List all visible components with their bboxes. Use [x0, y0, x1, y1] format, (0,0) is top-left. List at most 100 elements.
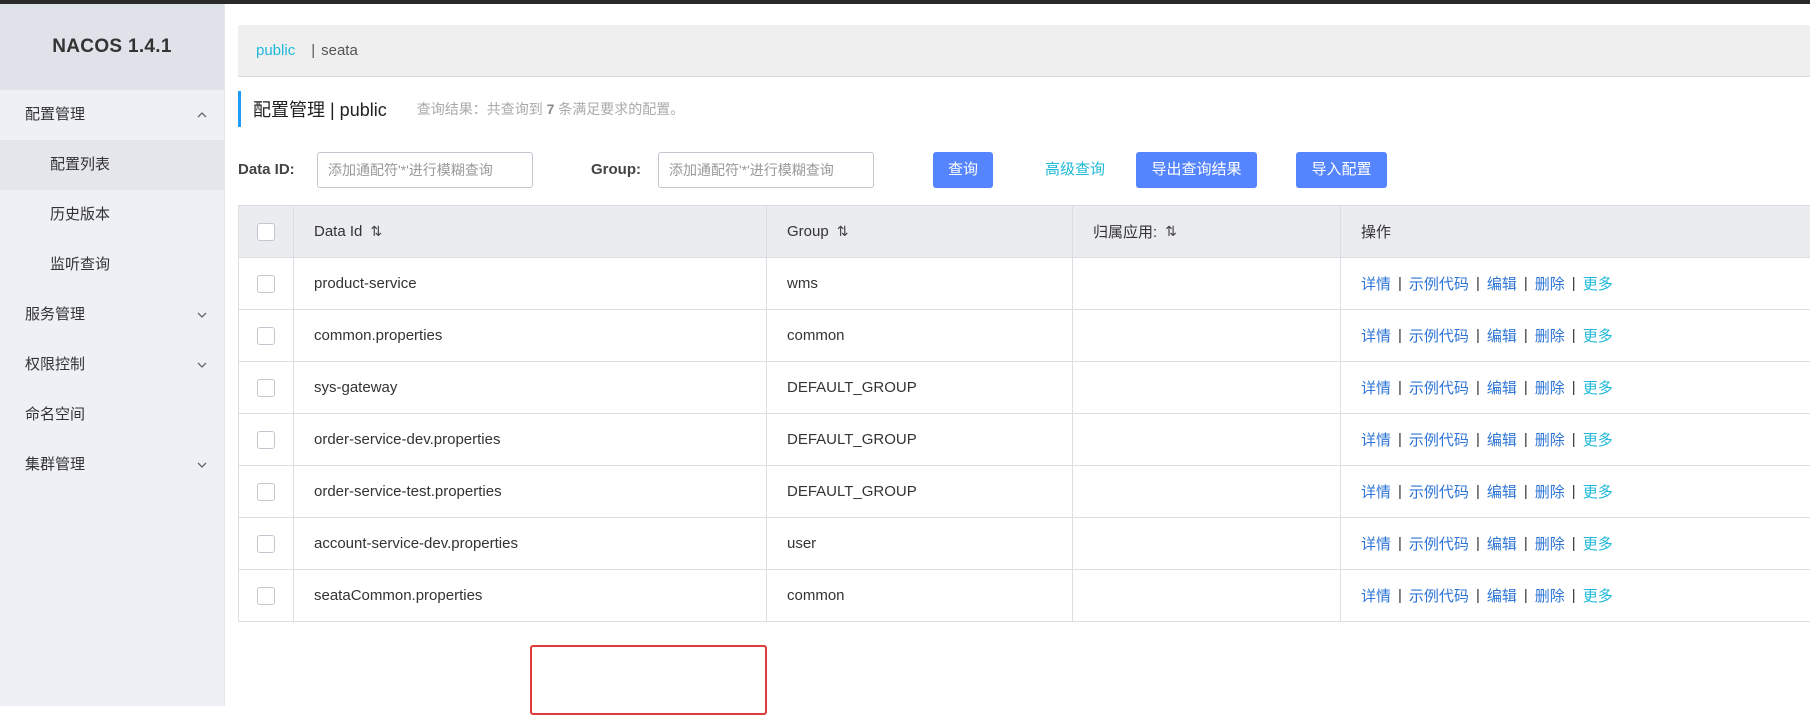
detail-link[interactable]: 详情 [1361, 273, 1391, 294]
group-text: DEFAULT_GROUP [787, 483, 917, 500]
edit-link[interactable]: 编辑 [1487, 585, 1517, 606]
op-separator: | [1571, 587, 1576, 604]
row-checkbox[interactable] [257, 430, 275, 449]
sort-icon[interactable]: ⇅ [1165, 223, 1177, 240]
detail-link[interactable]: 详情 [1361, 325, 1391, 346]
data-id-text: account-service-dev.properties [314, 535, 518, 552]
row-checkbox[interactable] [257, 482, 275, 501]
detail-link[interactable]: 详情 [1361, 533, 1391, 554]
export-results-button[interactable]: 导出查询结果 [1136, 152, 1257, 188]
sidebar-item-label: 服务管理 [25, 306, 86, 323]
query-button[interactable]: 查询 [933, 152, 993, 188]
sidebar-item-access-control[interactable]: 权限控制 [0, 340, 224, 390]
sort-icon[interactable]: ⇅ [370, 223, 382, 240]
cell-data-id: seataCommon.properties [294, 570, 767, 621]
row-select-cell [239, 570, 294, 621]
delete-link[interactable]: 删除 [1535, 585, 1565, 606]
group-search-input[interactable] [658, 152, 874, 188]
edit-link[interactable]: 编辑 [1487, 273, 1517, 294]
sidebar-item-service-management[interactable]: 服务管理 [0, 290, 224, 340]
row-select-cell [239, 310, 294, 361]
row-select-cell [239, 258, 294, 309]
sample-code-link[interactable]: 示例代码 [1409, 481, 1469, 502]
op-separator: | [1571, 431, 1576, 448]
sample-code-link[interactable]: 示例代码 [1409, 429, 1469, 450]
namespace-tab-public[interactable]: public [256, 42, 295, 59]
sidebar-item-history-version[interactable]: 历史版本 [0, 190, 224, 240]
sample-code-link[interactable]: 示例代码 [1409, 273, 1469, 294]
app-logo-title: NACOS 1.4.1 [0, 4, 224, 90]
header-data-id[interactable]: Data Id ⇅ [294, 206, 767, 257]
edit-link[interactable]: 编辑 [1487, 533, 1517, 554]
delete-link[interactable]: 删除 [1535, 533, 1565, 554]
cell-group: common [767, 310, 1073, 361]
cell-data-id: order-service-test.properties [294, 466, 767, 517]
detail-link[interactable]: 详情 [1361, 481, 1391, 502]
more-link[interactable]: 更多 [1583, 273, 1613, 294]
row-checkbox[interactable] [257, 326, 275, 345]
edit-link[interactable]: 编辑 [1487, 325, 1517, 346]
header-label: 操作 [1361, 224, 1392, 241]
query-summary-prefix: 查询结果：共查询到 [416, 101, 543, 117]
delete-link[interactable]: 删除 [1535, 377, 1565, 398]
cell-app [1073, 414, 1341, 465]
sidebar-item-cluster-management[interactable]: 集群管理 [0, 440, 224, 490]
more-link[interactable]: 更多 [1583, 429, 1613, 450]
highlight-box [530, 645, 767, 715]
sample-code-link[interactable]: 示例代码 [1409, 533, 1469, 554]
detail-link[interactable]: 详情 [1361, 377, 1391, 398]
more-link[interactable]: 更多 [1583, 377, 1613, 398]
table-row: product-service wms 详情 | 示例代码 | 编辑 | 删除 | 更多 [239, 258, 1810, 310]
row-checkbox[interactable] [257, 274, 275, 293]
header-app[interactable]: 归属应用: ⇅ [1073, 206, 1341, 257]
header-group[interactable]: Group ⇅ [767, 206, 1073, 257]
table-row: common.properties common 详情 | 示例代码 | 编辑 | 删除 | 更多 [239, 310, 1810, 362]
op-separator: | [1571, 535, 1576, 552]
row-checkbox[interactable] [257, 586, 275, 605]
cell-group: DEFAULT_GROUP [767, 362, 1073, 413]
data-id-text: common.properties [314, 327, 443, 344]
header-label: 归属应用: [1093, 224, 1158, 241]
row-checkbox[interactable] [257, 534, 275, 553]
sample-code-link[interactable]: 示例代码 [1409, 585, 1469, 606]
data-id-search-input[interactable] [317, 152, 533, 188]
advanced-query-link[interactable]: 高级查询 [1045, 152, 1105, 188]
op-separator: | [1475, 535, 1480, 552]
edit-link[interactable]: 编辑 [1487, 429, 1517, 450]
select-all-checkbox[interactable] [257, 222, 275, 241]
delete-link[interactable]: 删除 [1535, 273, 1565, 294]
more-link[interactable]: 更多 [1583, 481, 1613, 502]
edit-link[interactable]: 编辑 [1487, 481, 1517, 502]
edit-link[interactable]: 编辑 [1487, 377, 1517, 398]
data-id-text: product-service [314, 275, 417, 292]
row-select-cell [239, 414, 294, 465]
delete-link[interactable]: 删除 [1535, 325, 1565, 346]
row-select-cell [239, 466, 294, 517]
sidebar-item-config-list[interactable]: 配置列表 [0, 140, 224, 190]
sidebar-item-listener-query[interactable]: 监听查询 [0, 240, 224, 290]
namespace-tab-seata[interactable]: seata [321, 42, 358, 59]
delete-link[interactable]: 删除 [1535, 481, 1565, 502]
sort-icon[interactable]: ⇅ [837, 223, 849, 240]
group-text: DEFAULT_GROUP [787, 431, 917, 448]
cell-operations: 详情 | 示例代码 | 编辑 | 删除 | 更多 [1341, 414, 1810, 465]
cell-group: common [767, 570, 1073, 621]
table-row: order-service-dev.properties DEFAULT_GROU… [239, 414, 1810, 466]
more-link[interactable]: 更多 [1583, 325, 1613, 346]
cell-data-id: account-service-dev.properties [294, 518, 767, 569]
row-checkbox[interactable] [257, 378, 275, 397]
sidebar-item-namespace[interactable]: 命名空间 [0, 390, 224, 440]
sidebar-item-config-management[interactable]: 配置管理 [0, 90, 224, 140]
cell-app [1073, 518, 1341, 569]
more-link[interactable]: 更多 [1583, 585, 1613, 606]
op-separator: | [1475, 327, 1480, 344]
detail-link[interactable]: 详情 [1361, 429, 1391, 450]
sample-code-link[interactable]: 示例代码 [1409, 325, 1469, 346]
delete-link[interactable]: 删除 [1535, 429, 1565, 450]
detail-link[interactable]: 详情 [1361, 585, 1391, 606]
cell-group: user [767, 518, 1073, 569]
op-separator: | [1523, 483, 1528, 500]
sample-code-link[interactable]: 示例代码 [1409, 377, 1469, 398]
import-config-button[interactable]: 导入配置 [1296, 152, 1387, 188]
more-link[interactable]: 更多 [1583, 533, 1613, 554]
